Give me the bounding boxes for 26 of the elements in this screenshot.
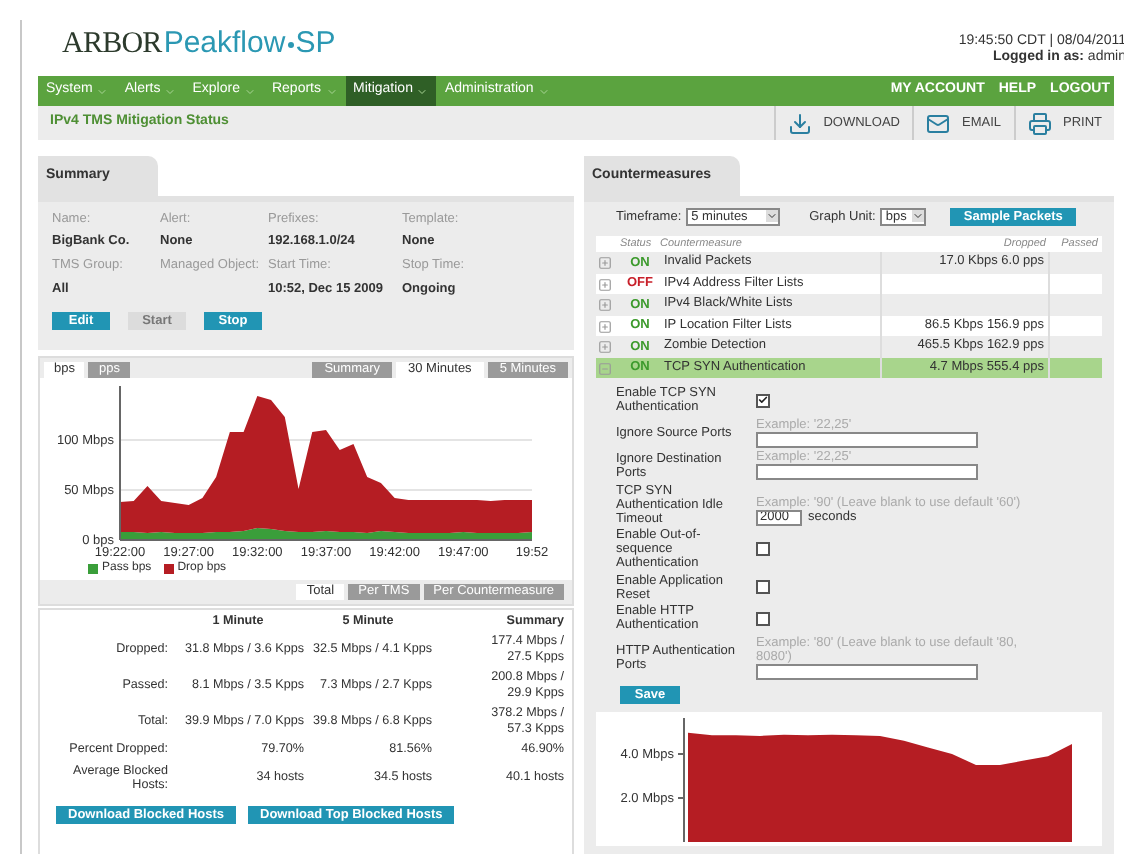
- printer-icon: [1027, 111, 1051, 135]
- expand-icon[interactable]: [598, 298, 612, 312]
- chevron-icon: [164, 85, 177, 97]
- envelope-icon: [925, 111, 950, 135]
- input-field[interactable]: [756, 663, 978, 680]
- input-field[interactable]: [756, 464, 978, 481]
- input-field[interactable]: [756, 431, 978, 448]
- chevron-icon: [416, 85, 429, 97]
- expand-icon[interactable]: [598, 340, 612, 354]
- caret-icon: [911, 210, 924, 223]
- checkbox[interactable]: [756, 542, 770, 557]
- chevron-icon: [96, 85, 109, 97]
- expand-icon[interactable]: [598, 277, 612, 291]
- checkbox[interactable]: [756, 611, 770, 626]
- check-icon: [758, 394, 768, 407]
- download-icon: [787, 111, 812, 135]
- checkbox[interactable]: [756, 580, 770, 595]
- expand-icon[interactable]: [598, 256, 612, 270]
- chevron-icon: [537, 85, 550, 97]
- expand-icon[interactable]: [598, 319, 612, 333]
- caret-icon: [765, 210, 778, 223]
- checkbox[interactable]: [756, 393, 770, 408]
- chevron-icon: [243, 85, 256, 97]
- chart-axis: [677, 717, 685, 844]
- logo: ARBORPeakflow SP: [62, 24, 336, 64]
- chevron-icon: [325, 85, 337, 97]
